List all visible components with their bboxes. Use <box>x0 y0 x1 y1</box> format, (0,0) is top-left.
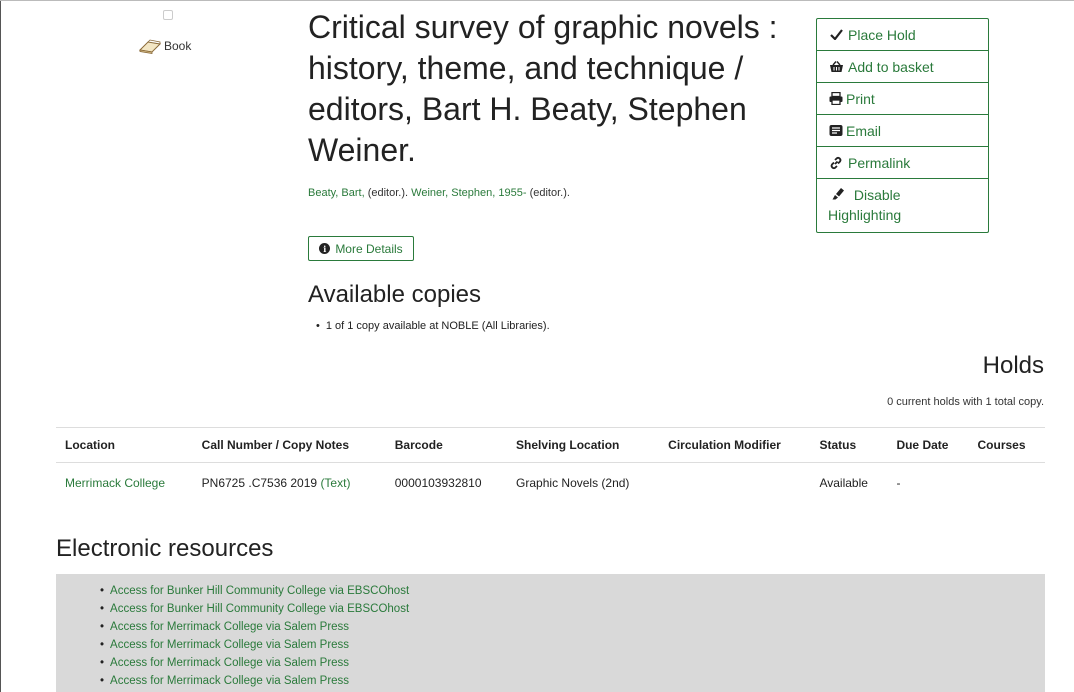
holds-heading: Holds <box>982 352 1044 379</box>
col-due-date: Due Date <box>887 427 969 463</box>
print-icon <box>828 92 844 105</box>
place-hold-label: Place Hold <box>848 26 916 43</box>
window-top-border <box>0 0 1074 1</box>
cell-due-date: - <box>896 476 901 490</box>
list-item: 1 of 1 copy available at NOBLE (All Libr… <box>316 320 550 332</box>
print-button[interactable]: Print <box>816 83 989 115</box>
resource-link[interactable]: Access for Merrimack College via Salem P… <box>110 639 349 651</box>
cell-courses <box>969 463 1046 503</box>
col-status: Status <box>810 427 888 463</box>
author-link-beaty[interactable]: Beaty, Bart, <box>308 187 365 199</box>
holds-summary: 0 current holds with 1 total copy. <box>887 396 1044 408</box>
list-item: Access for Bunker Hill Community College… <box>100 582 1045 600</box>
author-line: Beaty, Bart, (editor.). Weiner, Stephen,… <box>308 187 570 199</box>
list-item: Access for Merrimack College via Salem P… <box>100 618 1045 636</box>
electronic-resources-list: Access for Bunker Hill Community College… <box>56 574 1045 690</box>
more-details-label: More Details <box>335 241 403 256</box>
check-icon <box>828 29 844 40</box>
record-title: Critical survey of graphic novels : hist… <box>308 9 778 168</box>
select-record-checkbox[interactable] <box>163 10 173 20</box>
cell-circulation-modifier <box>659 463 810 503</box>
author-role-beaty: (editor.). <box>367 187 409 199</box>
email-icon <box>828 124 844 137</box>
col-courses: Courses <box>968 427 1045 463</box>
resource-link[interactable]: Access for Bunker Hill Community College… <box>110 585 409 597</box>
resource-link[interactable]: Access for Merrimack College via Salem P… <box>110 657 349 669</box>
electronic-resources-panel: Access for Bunker Hill Community College… <box>56 574 1045 692</box>
cell-barcode: 0000103932810 <box>394 476 482 490</box>
resource-link[interactable]: Access for Bunker Hill Community College… <box>110 603 409 615</box>
window-left-border <box>0 0 1 692</box>
available-copies-heading: Available copies <box>308 281 482 308</box>
book-icon <box>139 39 161 54</box>
email-label: Email <box>846 122 882 139</box>
cell-call-number: PN6725 .C7536 2019 (Text) <box>193 463 386 503</box>
format-label: Book <box>164 39 192 53</box>
cell-shelving-location: Graphic Novels (2nd) <box>516 476 630 490</box>
info-icon: i <box>319 243 331 254</box>
add-to-basket-button[interactable]: Add to basket <box>816 51 989 83</box>
author-role-weiner: (editor.). <box>529 187 570 199</box>
print-label: Print <box>846 90 875 107</box>
cell-location: Merrimack College <box>56 463 193 503</box>
link-icon <box>828 156 844 170</box>
col-location: Location <box>56 427 193 463</box>
permalink-label: Permalink <box>848 154 911 171</box>
table-row: Merrimack College PN6725 .C7536 2019 (Te… <box>56 463 1045 503</box>
more-details-button[interactable]: i More Details <box>308 236 414 261</box>
col-call-number: Call Number / Copy Notes <box>192 427 386 463</box>
format-indicator: Book <box>139 38 191 54</box>
author-link-weiner[interactable]: Weiner, Stephen, 1955- <box>411 187 526 199</box>
call-number-note-link[interactable]: (Text) <box>320 476 350 490</box>
list-item: Access for Merrimack College via Salem P… <box>100 672 1045 690</box>
basket-icon <box>828 60 844 73</box>
cell-status: Available <box>819 476 868 490</box>
call-number: PN6725 .C7536 2019 <box>201 476 318 490</box>
email-button[interactable]: Email <box>816 115 989 147</box>
add-to-basket-label: Add to basket <box>848 58 934 75</box>
list-item: Access for Merrimack College via Salem P… <box>100 636 1045 654</box>
copies-table: Location Call Number / Copy Notes Barcod… <box>56 427 1045 502</box>
disable-highlighting-button[interactable]: Disable Highlighting <box>816 179 989 233</box>
place-hold-button[interactable]: Place Hold <box>816 18 989 51</box>
disable-highlighting-label-2: Highlighting <box>828 207 902 223</box>
permalink-button[interactable]: Permalink <box>816 147 989 179</box>
list-item: Access for Merrimack College via Salem P… <box>100 654 1045 672</box>
col-barcode: Barcode <box>385 427 508 463</box>
location-link[interactable]: Merrimack College <box>65 476 165 490</box>
electronic-resources-heading: Electronic resources <box>56 535 274 562</box>
list-item: Access for Bunker Hill Community College… <box>100 600 1045 618</box>
table-header-row: Location Call Number / Copy Notes Barcod… <box>56 427 1045 463</box>
record-actions: Place Hold Add to basket Print Email Per… <box>816 18 989 233</box>
highlighter-icon <box>830 187 846 200</box>
col-circulation-modifier: Circulation Modifier <box>659 427 811 463</box>
available-copies-list: 1 of 1 copy available at NOBLE (All Libr… <box>316 320 550 332</box>
resource-link[interactable]: Access for Merrimack College via Salem P… <box>110 675 349 687</box>
disable-highlighting-label-1: Disable <box>853 187 901 203</box>
col-shelving-location: Shelving Location <box>507 427 660 463</box>
resource-link[interactable]: Access for Merrimack College via Salem P… <box>110 621 349 633</box>
